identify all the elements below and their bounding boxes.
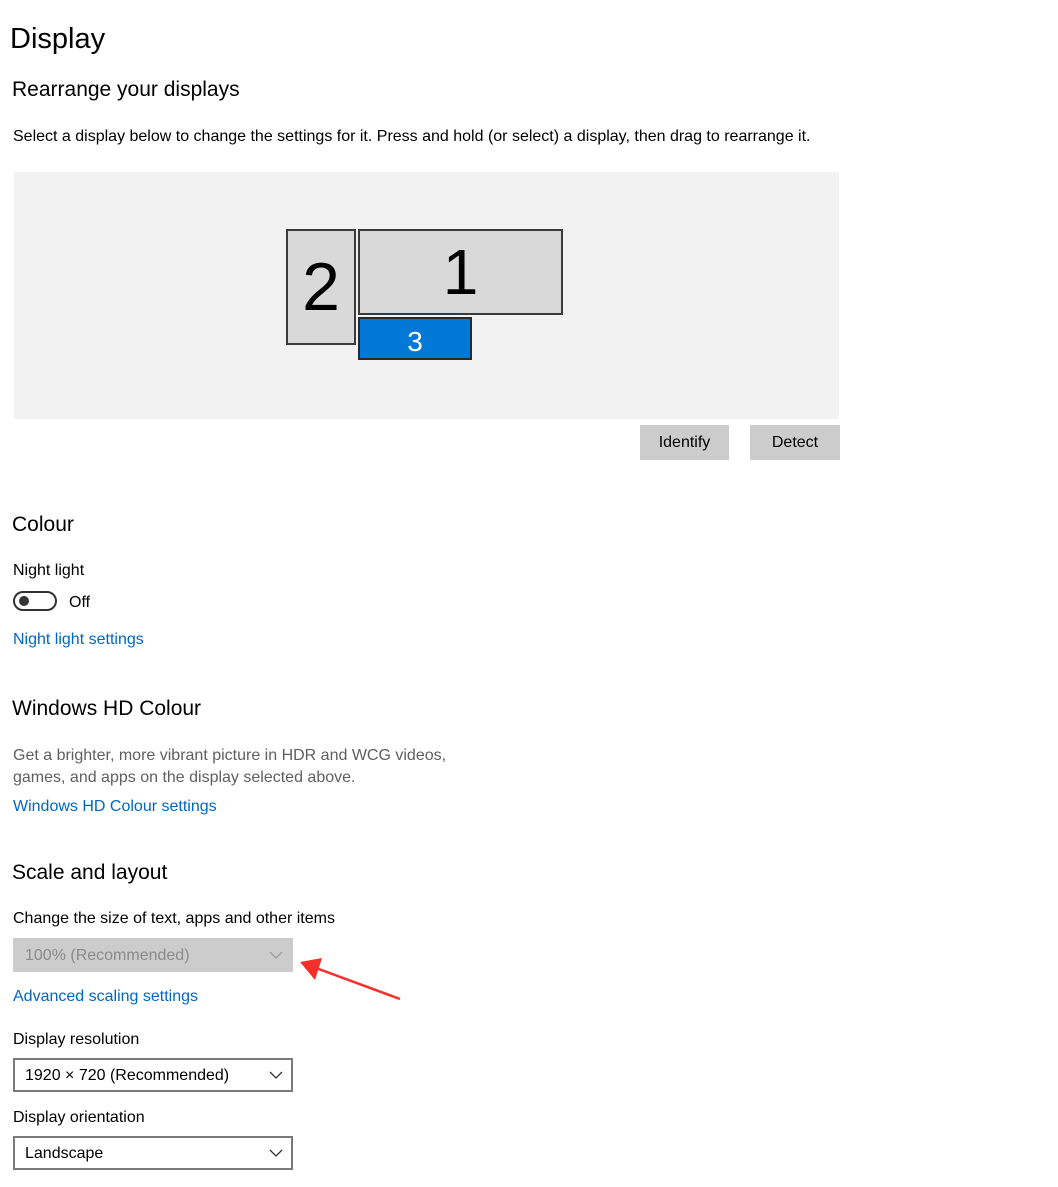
rearrange-description: Select a display below to change the set… <box>13 128 811 145</box>
display-1-number: 1 <box>442 236 479 308</box>
chevron-down-icon <box>269 1149 283 1157</box>
display-3-tile[interactable]: 3 <box>358 317 472 360</box>
night-light-toggle[interactable] <box>13 591 57 611</box>
resolution-label: Display resolution <box>13 1031 140 1048</box>
rearrange-title: Rearrange your displays <box>12 78 240 101</box>
colour-title: Colour <box>12 513 74 536</box>
hd-colour-description-line1: Get a brighter, more vibrant picture in … <box>13 747 447 764</box>
advanced-scaling-link[interactable]: Advanced scaling settings <box>13 986 198 1008</box>
identify-button[interactable]: Identify <box>640 425 729 460</box>
page-title: Display <box>10 23 106 55</box>
hd-colour-description-line2: games, and apps on the display selected … <box>13 769 356 786</box>
display-3-number: 3 <box>407 325 423 357</box>
chevron-down-icon <box>269 1071 283 1079</box>
display-1-tile[interactable]: 1 <box>358 229 563 315</box>
orientation-label: Display orientation <box>13 1109 145 1126</box>
resolution-dropdown[interactable]: 1920 × 720 (Recommended) <box>13 1058 293 1092</box>
night-light-label: Night light <box>13 562 85 579</box>
detect-button[interactable]: Detect <box>750 425 840 460</box>
scale-layout-title: Scale and layout <box>12 861 168 884</box>
night-light-state: Off <box>69 594 91 611</box>
hd-colour-settings-link[interactable]: Windows HD Colour settings <box>13 796 217 818</box>
toggle-knob <box>19 596 29 606</box>
scale-dropdown: 100% (Recommended) <box>13 938 293 972</box>
orientation-dropdown-value: Landscape <box>25 1145 104 1162</box>
chevron-down-icon <box>269 951 283 959</box>
display-2-tile[interactable]: 2 <box>286 229 356 345</box>
display-2-number: 2 <box>302 249 340 325</box>
scale-label: Change the size of text, apps and other … <box>13 910 335 927</box>
night-light-settings-link[interactable]: Night light settings <box>13 629 144 651</box>
scale-dropdown-value: 100% (Recommended) <box>25 947 190 964</box>
hd-colour-title: Windows HD Colour <box>12 697 202 720</box>
display-arrangement-area[interactable]: 2 1 3 <box>14 172 839 419</box>
orientation-dropdown[interactable]: Landscape <box>13 1136 293 1170</box>
resolution-dropdown-value: 1920 × 720 (Recommended) <box>25 1067 230 1084</box>
